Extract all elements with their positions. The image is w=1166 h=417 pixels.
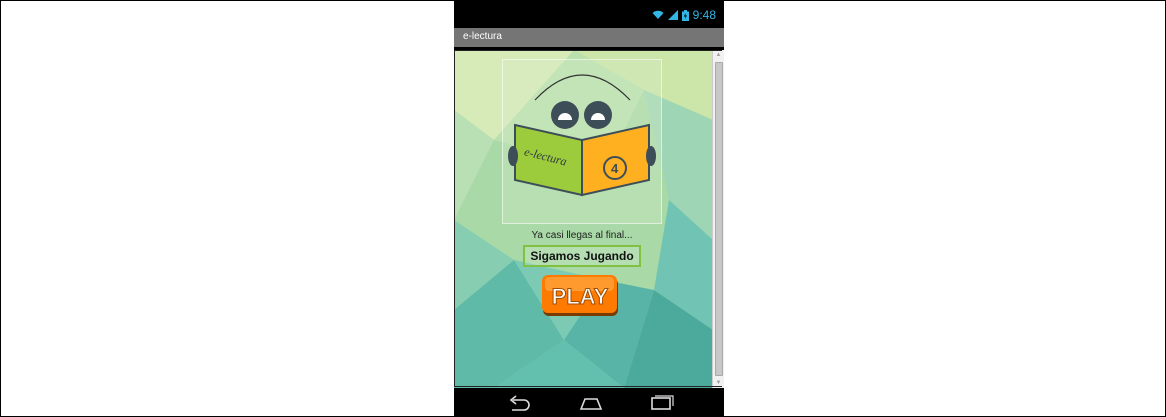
home-icon: [579, 398, 603, 410]
back-icon: [509, 395, 530, 411]
scroll-up-arrow[interactable]: ▲: [713, 50, 724, 60]
e-lectura-logo: e-lectura 4: [502, 59, 662, 224]
scroll-thumb[interactable]: [715, 62, 723, 376]
continue-label: Sigamos Jugando: [523, 245, 641, 267]
subtitle-text: Ya casi llegas al final...: [531, 230, 633, 241]
phone-emulator: 9:48 e-lectura e-lectura 4 Ya casi llega…: [454, 1, 724, 416]
navigation-bar: [454, 390, 724, 416]
wifi-icon: [652, 10, 664, 19]
status-time: 9:48: [692, 8, 716, 22]
battery-icon: [681, 9, 689, 21]
play-button[interactable]: PLAY: [542, 275, 619, 317]
main-screen: e-lectura 4 Ya casi llegas al final... S…: [454, 50, 724, 388]
badge-number: 4: [611, 161, 619, 176]
scrollbar[interactable]: ▲ ▼: [712, 50, 724, 388]
play-label: PLAY: [552, 284, 609, 309]
back-button[interactable]: [504, 394, 534, 412]
status-bar: 9:48: [454, 1, 724, 28]
recent-apps-icon: [651, 395, 674, 410]
reading-book-illustration: e-lectura 4: [508, 74, 656, 197]
app-title-bar: e-lectura: [454, 28, 724, 47]
home-button[interactable]: [576, 394, 606, 412]
recent-apps-button[interactable]: [646, 394, 676, 412]
app-title: e-lectura: [463, 31, 502, 42]
signal-icon: [667, 10, 678, 20]
scroll-down-arrow[interactable]: ▼: [713, 378, 724, 388]
